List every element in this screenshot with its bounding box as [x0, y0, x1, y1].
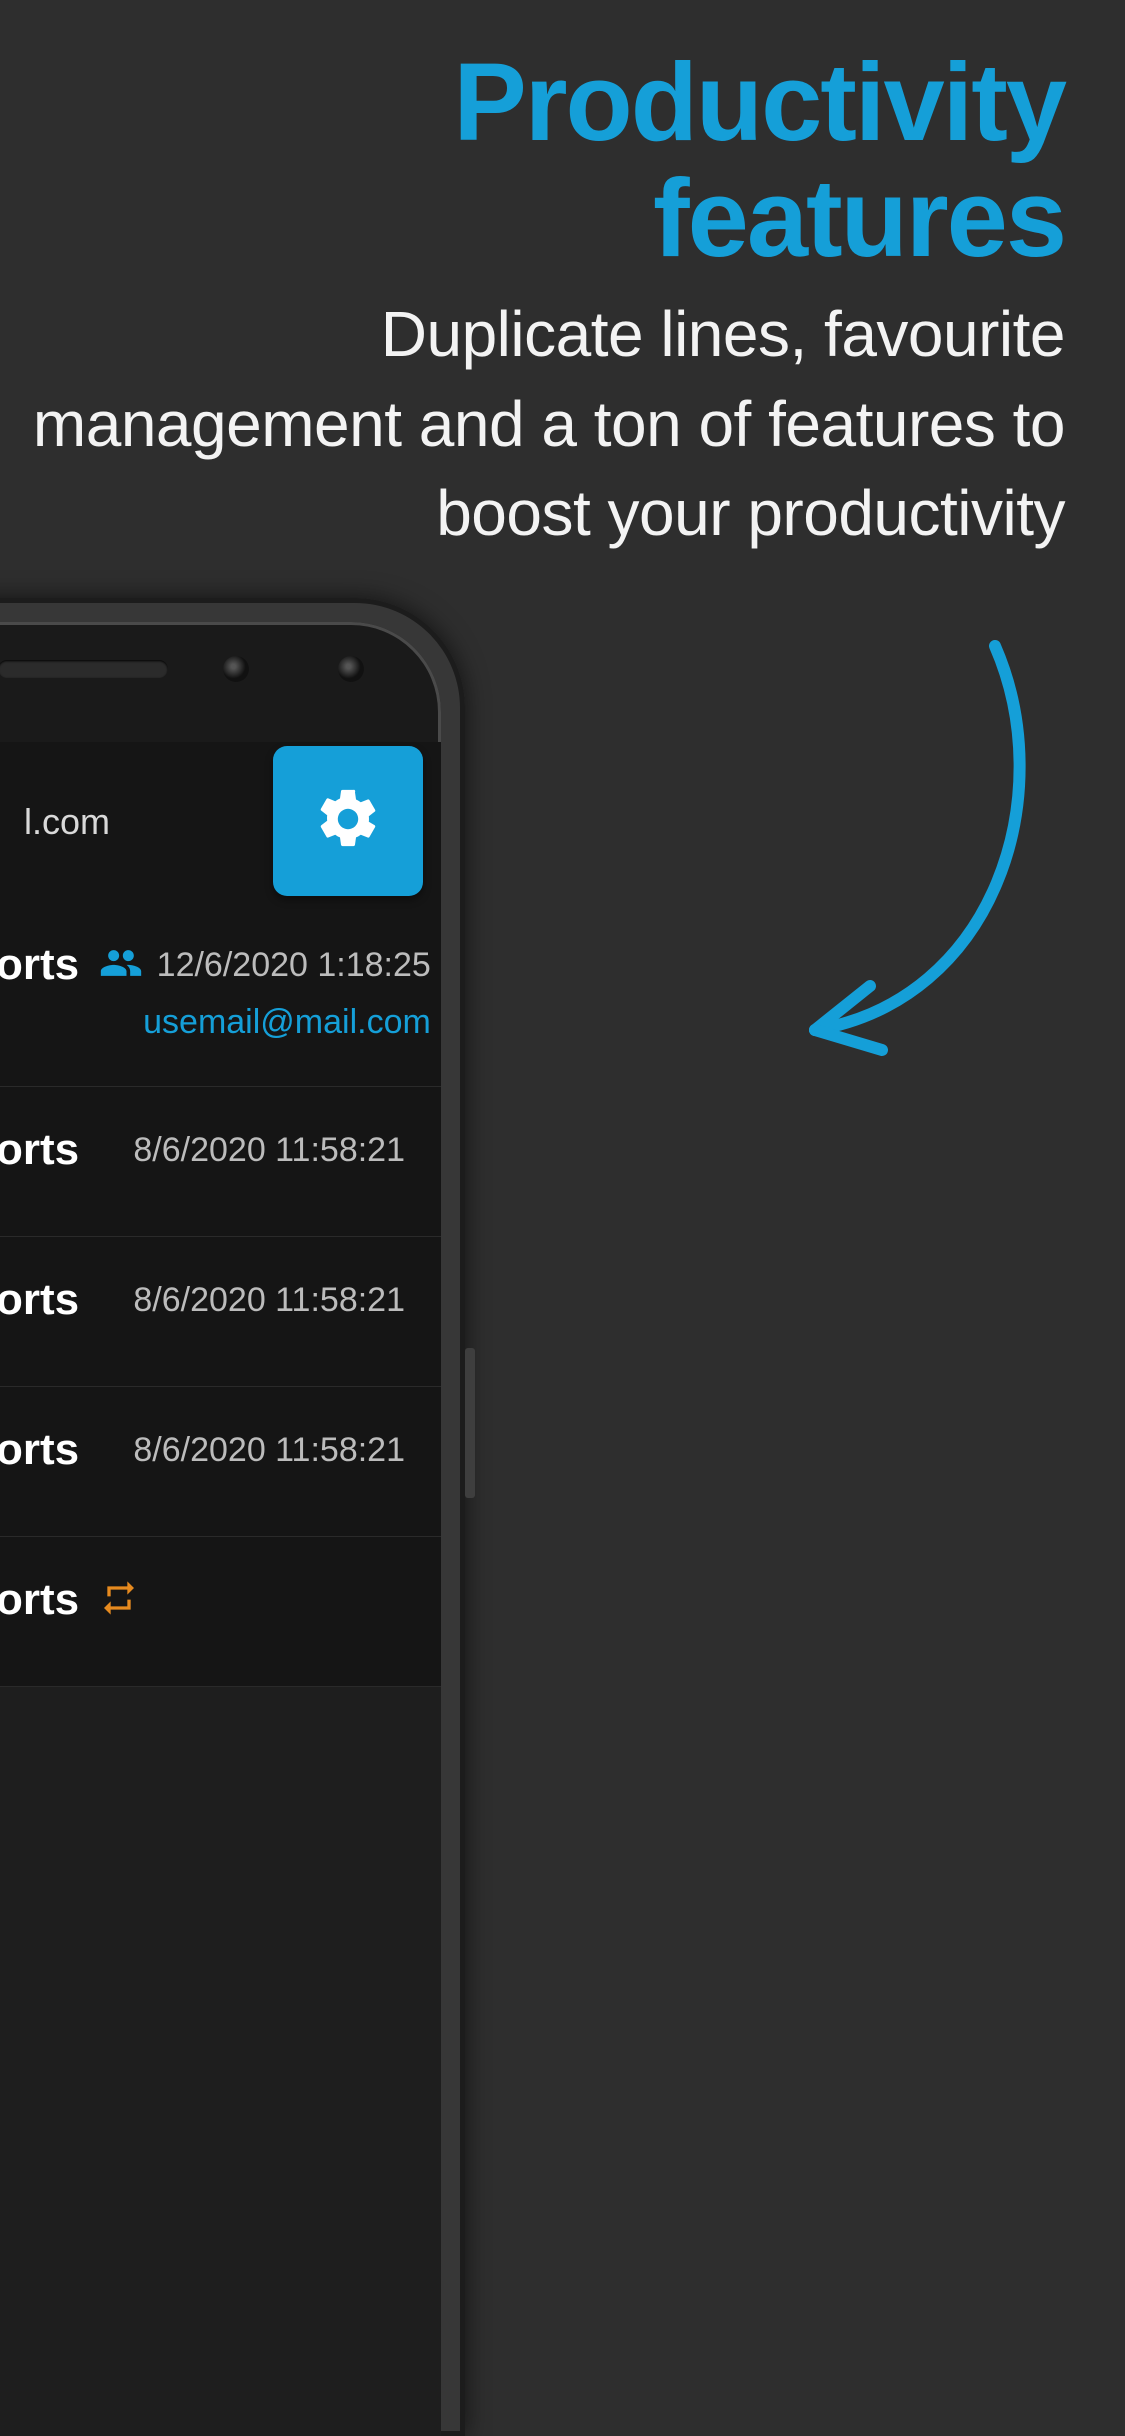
app-header: l.com [0, 742, 441, 902]
phone-inner: l.com orts [0, 622, 441, 2436]
phone-speaker [0, 660, 168, 678]
list-item-title: orts [0, 1575, 79, 1625]
group-icon [99, 941, 143, 990]
list-item-email: usemail@mail.com [143, 997, 431, 1048]
list-item[interactable]: orts 8/6/2020 11:58:21 [0, 1387, 441, 1537]
phone-mock: l.com orts [0, 598, 465, 2436]
promo-headline-line2: features [653, 157, 1065, 280]
list-item-timestamp: 8/6/2020 11:58:21 [133, 1131, 405, 1169]
list-item-title: orts [0, 940, 79, 990]
promo-subhead: Duplicate lines, favourite management an… [0, 290, 1065, 559]
list-item-title: orts [0, 1125, 79, 1175]
list-item[interactable]: orts 8/6/2020 11:58:21 [0, 1237, 441, 1387]
header-email-fragment: l.com [24, 801, 110, 843]
gear-icon [313, 784, 383, 859]
item-list: orts 12/6/2020 1:18:25 usemail@mail.com [0, 902, 441, 2436]
list-item-timestamp: 12/6/2020 1:18:25 [157, 946, 431, 984]
settings-button[interactable] [273, 746, 423, 896]
list-item-title: orts [0, 1425, 79, 1475]
app-screen: l.com orts [0, 742, 441, 2436]
list-item[interactable]: orts [0, 1537, 441, 1687]
promo-headline-line1: Productivity [453, 41, 1065, 164]
phone-sensor [223, 656, 249, 682]
empty-area [0, 1687, 441, 2436]
list-item[interactable]: orts 8/6/2020 11:58:21 [0, 1087, 441, 1237]
phone-side-button [465, 1348, 475, 1498]
pointer-arrow [770, 640, 1050, 1060]
list-item-timestamp: 8/6/2020 11:58:21 [133, 1431, 405, 1469]
phone-sensor [338, 656, 364, 682]
list-item-timestamp: 8/6/2020 11:58:21 [133, 1281, 405, 1319]
list-item-title: orts [0, 1275, 79, 1325]
promo-headline: Productivity features [453, 45, 1065, 276]
retweet-icon [99, 1578, 139, 1623]
list-item[interactable]: orts 12/6/2020 1:18:25 usemail@mail.com [0, 902, 441, 1087]
